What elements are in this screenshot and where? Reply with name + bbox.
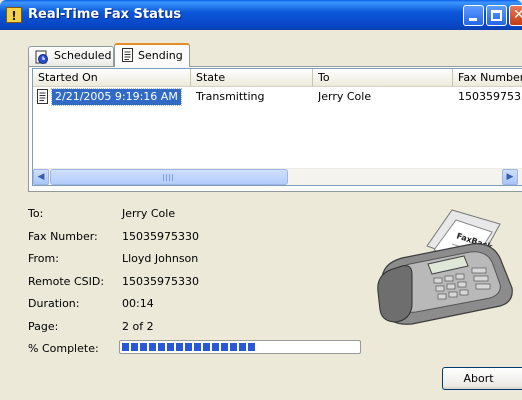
document-icon <box>121 48 134 69</box>
close-icon: ✕ <box>513 7 522 23</box>
column-header-fax-number[interactable]: Fax Number <box>453 69 522 86</box>
minimize-icon <box>469 18 477 21</box>
cell-state: Transmitting <box>196 90 265 103</box>
column-header-started-on[interactable]: Started On <box>33 69 191 86</box>
title-bar[interactable]: ! Real-Time Fax Status ✕ <box>0 0 522 30</box>
list-row[interactable]: 2/21/2005 9:19:16 AM Transmitting Jerry … <box>33 88 522 106</box>
cell-started-on: 2/21/2005 9:19:16 AM <box>36 88 188 106</box>
from-value: Lloyd Johnson <box>122 252 199 265</box>
cell-to: Jerry Cole <box>318 90 372 103</box>
window-title: Real-Time Fax Status <box>28 7 182 22</box>
from-label: From: <box>28 252 59 265</box>
arrow-left-icon: ◀ <box>37 172 45 182</box>
fax-machine-icon: FaxBack <box>372 206 522 330</box>
maximize-button[interactable] <box>486 5 507 26</box>
fax-number-value: 15035975330 <box>122 230 199 243</box>
maximize-icon <box>491 10 502 21</box>
duration-value: 00:14 <box>122 297 154 310</box>
minimize-button[interactable] <box>463 5 484 26</box>
column-header-state[interactable]: State <box>191 69 313 86</box>
to-value: Jerry Cole <box>122 207 176 220</box>
scrollbar-thumb[interactable] <box>50 169 288 185</box>
fax-number-label: Fax Number: <box>28 230 98 243</box>
tab-sending-label: Sending <box>138 49 183 62</box>
tab-sending[interactable]: Sending <box>114 43 190 67</box>
to-label: To: <box>28 207 44 220</box>
grip-icon <box>163 174 175 181</box>
tab-scheduled[interactable]: Scheduled <box>28 46 114 66</box>
started-on-value: 2/21/2005 9:19:16 AM <box>51 88 182 106</box>
list-header: Started On State To Fax Number <box>33 69 522 87</box>
close-button[interactable]: ✕ <box>509 5 522 26</box>
document-icon <box>36 89 49 106</box>
scroll-right-button[interactable]: ▶ <box>502 169 518 185</box>
horizontal-scrollbar[interactable]: ◀ ▶ <box>33 168 522 185</box>
column-header-to[interactable]: To <box>313 69 453 86</box>
progress-bar <box>119 340 361 354</box>
cell-fax-number: 15035975330 <box>458 90 522 103</box>
warning-icon: ! <box>6 7 22 23</box>
progress-fill <box>122 343 257 351</box>
arrow-right-icon: ▶ <box>506 172 514 182</box>
page-value: 2 of 2 <box>122 320 154 333</box>
duration-label: Duration: <box>28 297 80 310</box>
remote-csid-value: 15035975330 <box>122 275 199 288</box>
abort-button[interactable]: Abort <box>442 367 522 390</box>
scroll-left-button[interactable]: ◀ <box>33 169 49 185</box>
tab-scheduled-label: Scheduled <box>54 49 112 62</box>
remote-csid-label: Remote CSID: <box>28 275 105 288</box>
percent-complete-label: % Complete: <box>28 342 99 355</box>
fax-list[interactable]: Started On State To Fax Number 2/21/2005… <box>32 68 522 186</box>
page-label: Page: <box>28 320 59 333</box>
